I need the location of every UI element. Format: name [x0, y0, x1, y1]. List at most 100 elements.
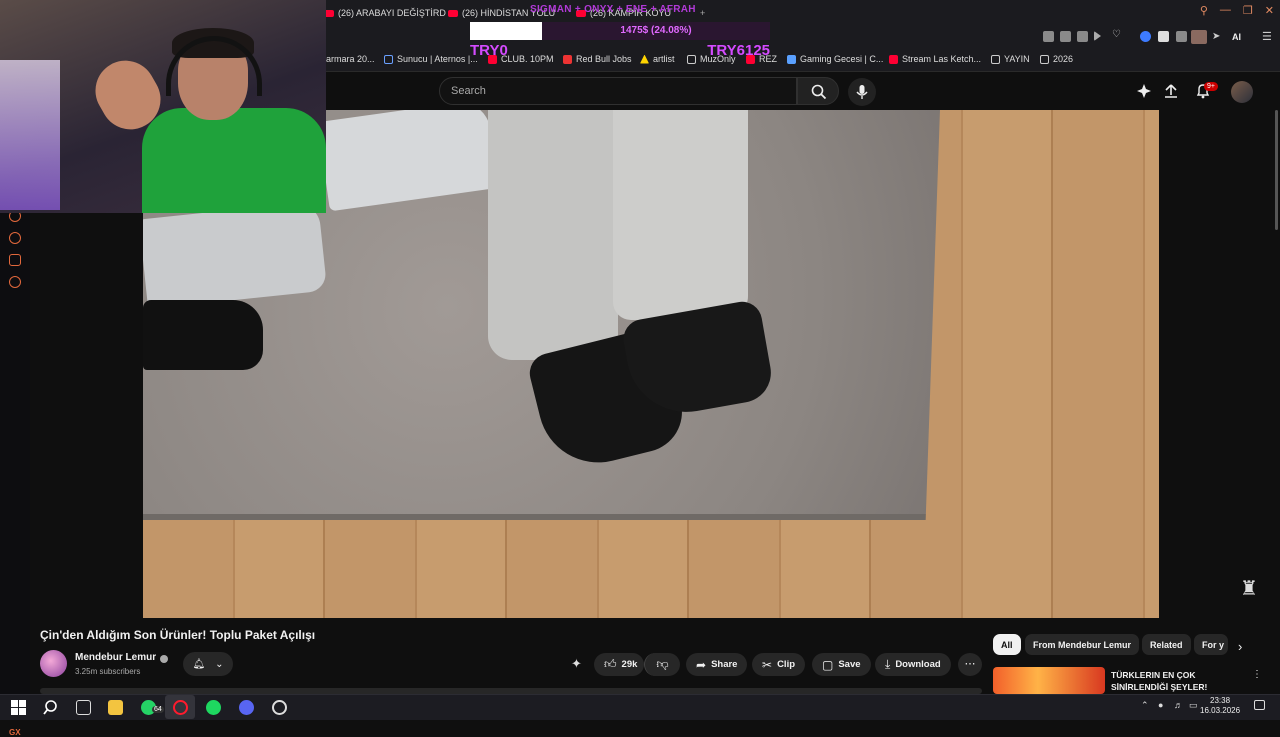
play-icon[interactable]	[1094, 31, 1101, 41]
vpn-icon[interactable]	[1140, 31, 1151, 42]
window-controls: ⚲ — ❐ ✕	[1200, 4, 1274, 17]
dislike-button[interactable]: 👎︎	[644, 653, 680, 676]
create-sparkle-icon[interactable]	[1136, 83, 1152, 99]
save-button[interactable]: ▢ Save	[812, 653, 871, 676]
chevron-right-icon[interactable]: ›	[1238, 639, 1242, 654]
like-button[interactable]: 👍︎ 29k	[594, 653, 644, 676]
microphone-tray-icon[interactable]: ●	[1158, 700, 1163, 710]
tray-chevron-icon[interactable]: ⌃	[1141, 700, 1149, 711]
mic-icon	[856, 85, 868, 99]
spotify-icon[interactable]	[206, 700, 221, 715]
ai-button[interactable]: AI	[1232, 32, 1241, 42]
subscribe-bell-button[interactable]: 🔔︎ ⌄	[183, 652, 233, 676]
recommended-title[interactable]: TÜRKLERIN EN ÇOK SİNİRLENDİĞİ ŞEYLER!	[1111, 669, 1231, 693]
goal-progress-fill	[470, 22, 542, 40]
webcam-person	[142, 108, 326, 213]
voice-search-button[interactable]	[848, 78, 876, 106]
extension-icon[interactable]	[1158, 31, 1169, 42]
recommended-menu-icon[interactable]: ⋮	[1252, 669, 1262, 680]
chip-related[interactable]: Related	[1142, 634, 1191, 655]
file-explorer-icon[interactable]	[108, 700, 123, 715]
channel-watermark-icon[interactable]: ♜	[1240, 576, 1258, 601]
extension-icon[interactable]	[1043, 31, 1054, 42]
page-scrollbar[interactable]	[1275, 110, 1278, 230]
youtube-icon	[889, 54, 898, 64]
bookmark-icon: ▢	[822, 657, 834, 672]
chevron-down-icon: ⌄	[215, 658, 224, 670]
bookmark-item[interactable]: armara 20...	[326, 54, 375, 64]
discord-icon[interactable]	[239, 700, 254, 715]
clock-date: 16.03.2026	[1200, 706, 1241, 715]
history-icon[interactable]	[9, 232, 21, 244]
opera-gx-icon[interactable]	[173, 700, 188, 715]
video-title: Çin'den Aldığım Son Ürünler! Toplu Paket…	[40, 628, 316, 642]
clip-button[interactable]: ✂ Clip	[752, 653, 806, 676]
bookmark-label: 2026	[1053, 54, 1074, 64]
webcam-background	[0, 60, 60, 210]
search-icon[interactable]	[43, 700, 58, 715]
chip-for-you[interactable]: For y	[1194, 634, 1228, 655]
volume-icon[interactable]: ♬	[1174, 700, 1183, 710]
notification-center-icon[interactable]	[1254, 700, 1265, 710]
bookmark-item[interactable]: Gaming Gecesi | C...	[787, 54, 883, 64]
share-label: Share	[711, 659, 738, 670]
task-view-icon[interactable]	[76, 700, 91, 715]
channel-avatar[interactable]	[40, 650, 67, 677]
search-button[interactable]	[797, 77, 839, 105]
bookmark-label: Stream Las Ketch...	[902, 54, 982, 64]
folder-icon	[991, 54, 1000, 64]
recommended-thumbnail[interactable]	[993, 667, 1105, 694]
goal-progress-text: 1475$ (24.08%)	[542, 22, 770, 40]
goal-start-label: TRY0	[470, 42, 508, 59]
send-icon[interactable]: ➤	[1212, 31, 1220, 42]
account-avatar[interactable]	[1231, 81, 1253, 103]
bookmark-item[interactable]: Stream Las Ketch...	[889, 54, 981, 64]
bookmark-label: Sunucu | Aternos |...	[397, 54, 478, 64]
streamer-webcam	[0, 0, 326, 213]
bookmark-label: Gaming Gecesi | C...	[800, 54, 884, 64]
bookmark-item[interactable]: Sunucu | Aternos |...	[384, 54, 478, 64]
profile-icon[interactable]	[1191, 30, 1207, 44]
download-icon: ⤓	[885, 657, 891, 671]
clip-label: Clip	[777, 659, 796, 670]
more-actions-icon[interactable]: ⋯	[958, 653, 982, 676]
menu-icon[interactable]: ☰	[1262, 30, 1272, 43]
share-button[interactable]: ➦ Share	[686, 653, 748, 676]
video-frame-pants	[613, 110, 748, 320]
subscriber-count: 3.25m subscribers	[75, 667, 141, 676]
upload-icon[interactable]	[1163, 83, 1179, 99]
windows-start-icon[interactable]	[11, 700, 26, 715]
chip-all[interactable]: All	[993, 634, 1021, 655]
goal-title: SIGMAN + ONYX + ENE + AFRAH	[530, 4, 696, 15]
bookmark-folder[interactable]: YAYIN	[991, 54, 1030, 64]
heart-icon[interactable]: ♡	[1112, 29, 1123, 40]
extensions-icon[interactable]	[9, 254, 21, 266]
chip-from-channel[interactable]: From Mendebur Lemur	[1025, 634, 1140, 655]
bookmark-label: YAYIN	[1004, 54, 1030, 64]
notification-badge: 9+	[1204, 82, 1218, 91]
bookmark-folder[interactable]: 2026	[1040, 54, 1073, 64]
extension-icon[interactable]	[1060, 31, 1071, 42]
search-input[interactable]: Search	[439, 77, 797, 105]
puzzle-icon[interactable]	[1176, 31, 1187, 42]
download-button[interactable]: ⤓ Download	[875, 653, 951, 676]
settings-icon[interactable]	[9, 276, 21, 288]
minimize-icon[interactable]: —	[1220, 4, 1231, 17]
thumbs-up-icon: 👍︎	[604, 657, 617, 671]
shield-icon[interactable]	[1077, 31, 1088, 42]
channel-name[interactable]: Mendebur Lemur	[75, 652, 156, 663]
tab-label: (26) ARABAYI DEĞİŞTİRD	[338, 8, 446, 18]
youtube-icon	[448, 9, 458, 17]
search-icon	[811, 84, 827, 100]
close-icon[interactable]: ✕	[1265, 4, 1274, 17]
taskbar-clock[interactable]: 23:38 16.03.2026	[1200, 696, 1240, 716]
browser-tab[interactable]: (26) ARABAYI DEĞİŞTİRD	[324, 5, 446, 21]
like-count: 29k	[621, 659, 638, 670]
obs-icon[interactable]	[272, 700, 287, 715]
ask-sparkle-icon[interactable]: ✦	[571, 656, 582, 672]
search-tabs-icon[interactable]: ⚲	[1200, 4, 1208, 17]
network-icon[interactable]: ▭	[1189, 700, 1198, 711]
restore-icon[interactable]: ❐	[1243, 4, 1253, 17]
video-frame-package	[143, 300, 263, 370]
clock-time: 23:38	[1210, 696, 1231, 705]
